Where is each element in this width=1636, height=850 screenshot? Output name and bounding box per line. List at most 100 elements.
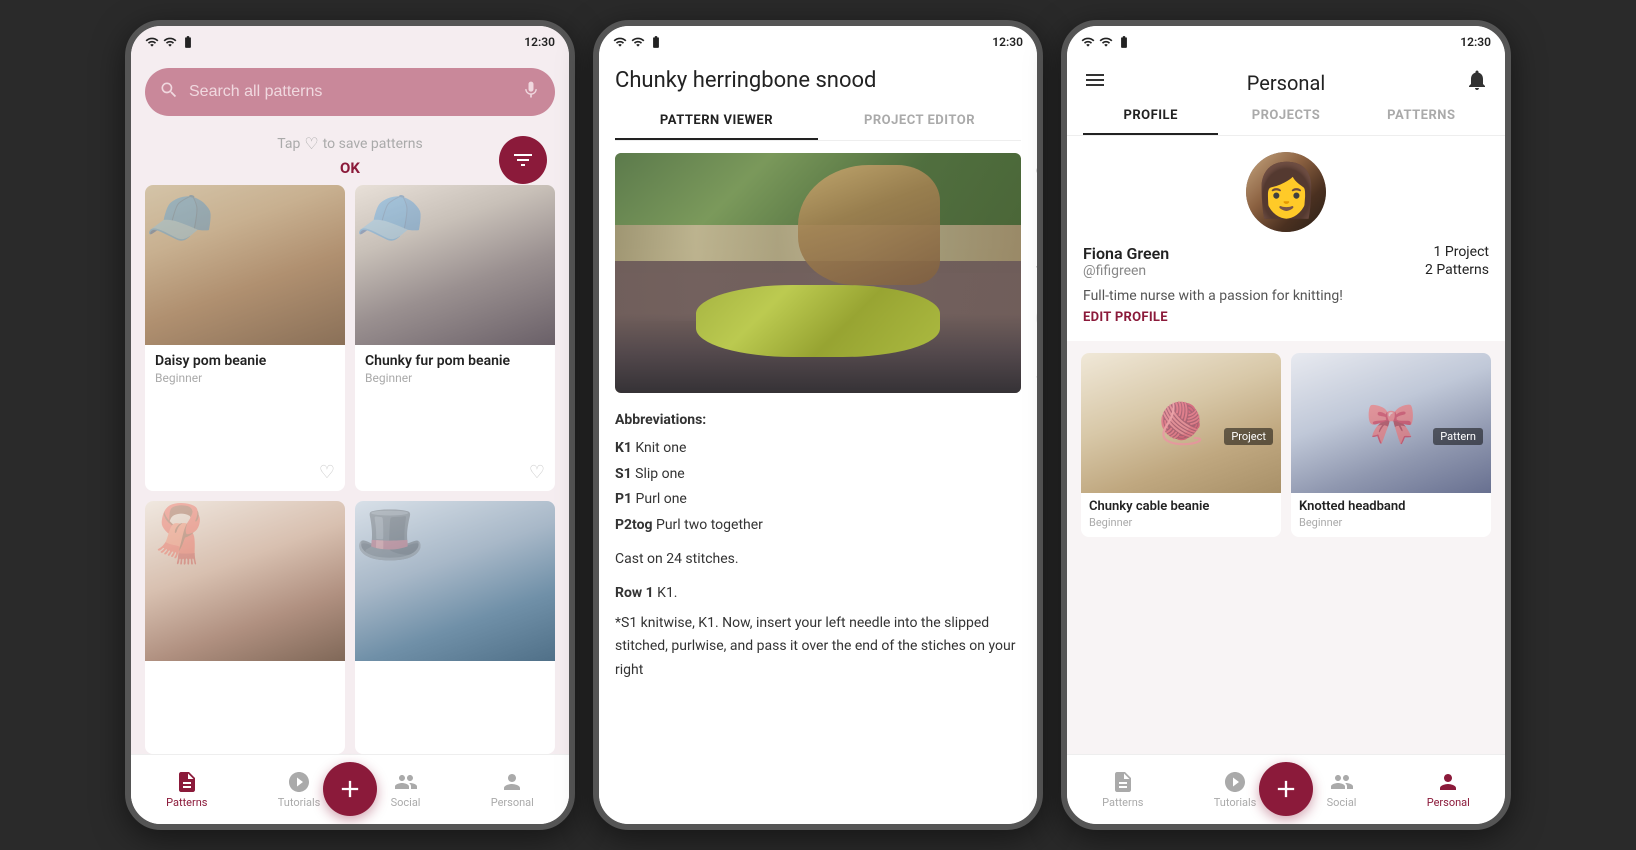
project-level-1: Beginner [1081, 516, 1281, 537]
edit-action[interactable] [1031, 349, 1037, 383]
status-icons-1 [145, 35, 195, 49]
pattern-image-section [615, 153, 1021, 393]
avatar [1246, 152, 1326, 232]
search-action[interactable] [1031, 301, 1037, 335]
nav-label-social-3: Social [1327, 796, 1357, 809]
pattern-card-2[interactable]: 🧢 Chunky fur pom beanie Beginner ♡ [355, 185, 555, 491]
edit-profile-button[interactable]: EDIT PROFILE [1083, 310, 1489, 325]
patterns-grid: 🧢 Daisy pom beanie Beginner ♡ 🧢 Chunky f… [131, 185, 569, 754]
pattern-title-2: Chunky fur pom beanie [365, 353, 545, 369]
pattern-count: 2 Patterns [1425, 262, 1489, 278]
search-icon [159, 80, 179, 104]
tab-profile[interactable]: PROFILE [1083, 98, 1218, 135]
phone-screen-2: 12:30 Chunky herringbone snood PATTERN V… [593, 20, 1043, 830]
tab-patterns[interactable]: PATTERNS [1354, 98, 1489, 135]
project-level-2: Beginner [1291, 516, 1491, 537]
personal-scroll[interactable]: Fiona Green @fifigreen 1 Project 2 Patte… [1067, 136, 1505, 754]
nav-social-1[interactable]: Social [391, 770, 421, 809]
signal-icon-2 [631, 35, 645, 49]
pattern-title-1: Daisy pom beanie [155, 353, 335, 369]
wifi-icon [145, 35, 159, 49]
snood-image [615, 153, 1021, 393]
row-1-continue: *S1 knitwise, K1. Now, insert your left … [615, 612, 1021, 683]
filter-button[interactable] [499, 136, 547, 184]
pattern-scroll[interactable]: Abbreviations: K1 Knit one S1 Slip one P… [599, 141, 1037, 824]
battery-icon-2 [649, 35, 663, 49]
hamburger-menu[interactable] [1083, 68, 1107, 98]
projects-grid: 🧶 Project Chunky cable beanie Beginner 🎀… [1067, 341, 1505, 549]
personal-header: Personal [1067, 58, 1505, 98]
pattern-card-4[interactable]: 🎩 [355, 501, 555, 755]
battery-icon-3 [1117, 35, 1131, 49]
heart-button-1[interactable]: ♡ [319, 462, 335, 483]
profile-section: Fiona Green @fifigreen 1 Project 2 Patte… [1067, 136, 1505, 341]
phone-screen-1: 12:30 Tap ♡ to save patterns OK [125, 20, 575, 830]
profile-name: Fiona Green [1083, 244, 1169, 263]
abbrev-k1: K1 Knit one [615, 437, 1021, 461]
project-card-1[interactable]: 🧶 Project Chunky cable beanie Beginner [1081, 353, 1281, 537]
profile-stats: 1 Project 2 Patterns [1425, 244, 1489, 280]
status-bar-3: 12:30 [1067, 26, 1505, 58]
profile-bio: Full-time nurse with a passion for knitt… [1083, 288, 1489, 304]
pattern-level-1: Beginner [155, 371, 335, 385]
abbrev-key-s1: S1 [615, 466, 632, 482]
phone-screen-3: 12:30 Personal PROFILE PROJECTS PATTERNS… [1061, 20, 1511, 830]
fab-button-3[interactable] [1259, 762, 1313, 816]
status-bar-2: 12:30 [599, 26, 1037, 58]
tab-projects[interactable]: PROJECTS [1218, 98, 1353, 135]
nav-social-3[interactable]: Social [1327, 770, 1357, 809]
tab-pattern-viewer[interactable]: PATTERN VIEWER [615, 103, 818, 140]
pattern-header: Chunky herringbone snood PATTERN VIEWER … [599, 58, 1037, 141]
share-action[interactable] [1031, 205, 1037, 239]
nav-patterns-1[interactable]: Patterns [166, 770, 207, 809]
search-input[interactable] [189, 83, 511, 101]
wifi-icon-3 [1081, 35, 1095, 49]
time-display-2: 12:30 [992, 35, 1023, 49]
pattern-title-main: Chunky herringbone snood [615, 68, 1021, 93]
abbrev-key-p2tog: P2tog [615, 517, 653, 533]
abbrev-p2tog: P2tog Purl two together [615, 514, 1021, 538]
fab-button-1[interactable] [323, 762, 377, 816]
abbrev-key-p1: P1 [615, 491, 632, 507]
signal-icon-3 [1099, 35, 1113, 49]
project-title-1: Chunky cable beanie [1081, 493, 1281, 516]
heart-button-2[interactable]: ♡ [529, 462, 545, 483]
avatar-image [1246, 152, 1326, 232]
pattern-level-2: Beginner [365, 371, 545, 385]
tab-project-editor[interactable]: PROJECT EDITOR [818, 103, 1021, 140]
search-bar[interactable] [145, 68, 555, 116]
screen1-content: Tap ♡ to save patterns OK 🧢 Daisy pom be… [131, 58, 569, 824]
project-card-2[interactable]: 🎀 Pattern Knotted headband Beginner [1291, 353, 1491, 537]
star-action[interactable] [1031, 253, 1037, 287]
abbrev-s1: S1 Slip one [615, 463, 1021, 487]
status-bar-1: 12:30 [131, 26, 569, 58]
nav-tutorials-3[interactable]: Tutorials [1214, 770, 1257, 809]
heart-action[interactable] [1031, 157, 1037, 191]
mic-icon[interactable] [521, 80, 541, 104]
pattern-card-3[interactable]: 🧣 [145, 501, 345, 755]
bell-icon[interactable] [1465, 68, 1489, 98]
project-badge-1: Project [1224, 428, 1273, 445]
row-1-instruction: Row 1 K1. [615, 582, 1021, 606]
nav-tutorials-1[interactable]: Tutorials [278, 770, 321, 809]
personal-page-title: Personal [1107, 71, 1465, 95]
nav-patterns-3[interactable]: Patterns [1102, 770, 1143, 809]
nav-label-patterns-3: Patterns [1102, 796, 1143, 809]
nav-personal-1[interactable]: Personal [491, 770, 534, 809]
side-actions [1031, 157, 1037, 383]
abbrev-key-k1: K1 [615, 440, 632, 456]
profile-left: Fiona Green @fifigreen [1083, 244, 1169, 279]
project-count: 1 Project [1425, 244, 1489, 260]
bottom-nav-1: Patterns Tutorials Social Personal [131, 754, 569, 824]
nav-label-patterns-1: Patterns [166, 796, 207, 809]
signal-icon [163, 35, 177, 49]
battery-icon [181, 35, 195, 49]
time-display-3: 12:30 [1460, 35, 1491, 49]
nav-label-social-1: Social [391, 796, 421, 809]
pattern-text-block: Abbreviations: K1 Knit one S1 Slip one P… [599, 393, 1037, 705]
personal-tab-bar: PROFILE PROJECTS PATTERNS [1067, 98, 1505, 136]
pattern-card-1[interactable]: 🧢 Daisy pom beanie Beginner ♡ [145, 185, 345, 491]
nav-label-personal-3: Personal [1427, 796, 1470, 809]
nav-personal-3[interactable]: Personal [1427, 770, 1470, 809]
cast-on-instruction: Cast on 24 stitches. [615, 548, 1021, 572]
